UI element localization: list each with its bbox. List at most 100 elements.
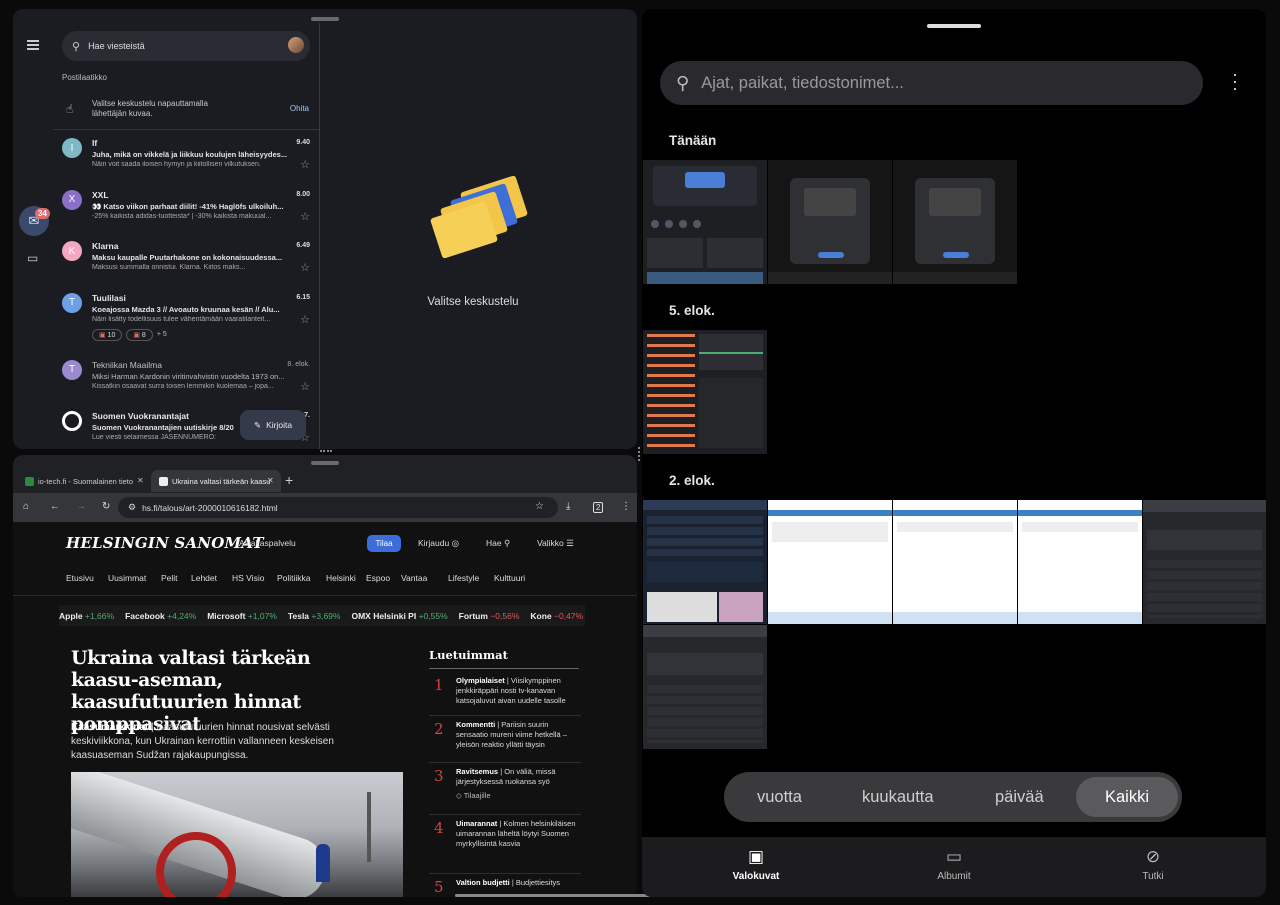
download-icon[interactable]: ⤓ [566,501,570,512]
most-read-item[interactable]: 2 Kommentti | Pariisin suurin sensaatio m… [429,716,581,763]
bookmark-star-icon[interactable]: ☆ [535,501,544,512]
photo-thumbnail[interactable] [643,500,767,624]
split-handle-v[interactable] [638,447,641,461]
compose-button[interactable]: ✎ Kirjoita [240,410,306,440]
photo-thumbnail[interactable] [1143,500,1266,624]
ticker-item[interactable]: Microsoft +1,07% [207,611,277,621]
photo-thumbnail[interactable] [768,500,892,624]
home-icon[interactable]: ⌂ [23,501,29,512]
photos-search-input[interactable]: ⚲ Ajat, paikat, tiedostonimet... [660,61,1203,105]
segment-years[interactable]: vuotta [757,788,802,807]
segment-all[interactable]: Kaikki [1076,777,1178,817]
photo-thumbnail[interactable] [893,500,1017,624]
most-read-item[interactable]: 4 Uimarannat | Kolmen helsinkiläisen uima… [429,815,581,874]
avatar[interactable] [288,37,304,53]
article-photo[interactable] [71,772,403,897]
site-info-icon[interactable]: ⚙ [128,502,136,513]
sender-avatar[interactable] [62,411,82,431]
subscribe-button[interactable]: Tilaa [367,535,401,552]
close-tab-icon[interactable]: ✕ [267,476,274,485]
tab-iotech[interactable]: io-tech.fi - Suomalainen tieto [17,470,149,492]
folder-title: Postilaatikko [62,73,107,82]
star-icon[interactable]: ☆ [300,158,310,171]
attachment-chip[interactable]: ▣ 8 [126,328,153,341]
email-row[interactable]: I If 9.40 Juha, mikä on vikkelä ja liikkuu … [53,131,319,183]
nav-explore[interactable]: ⊘ Tutki [1113,847,1193,882]
new-tab-icon[interactable]: + [285,472,293,488]
section-link-etusivu[interactable]: Etusivu [66,573,94,583]
date-header: 5. elok. [669,303,715,318]
forward-icon[interactable]: → [76,501,86,512]
menu-link[interactable]: Valikko ☰ [537,538,574,549]
close-tab-icon[interactable]: ✕ [137,476,144,485]
video-icon[interactable]: ▭ [27,251,38,265]
ticker-item[interactable]: OMX Helsinki PI +0,55% [351,611,447,621]
hs-logo[interactable]: HELSINGIN SANOMAT [66,534,264,552]
star-icon[interactable]: ☆ [300,261,310,274]
section-link-helsinki[interactable]: Helsinki [326,573,356,583]
sender-avatar[interactable]: T [62,292,82,313]
sender-avatar[interactable]: K [62,241,82,261]
ticker-item[interactable]: Apple +1,66% [59,611,114,621]
article-lead: Kaasumarkkinat | Kaasufutuurien hinnat n… [71,722,334,761]
more-menu-icon[interactable]: ⋮ [621,501,631,512]
subscribers-label: Tilaajille [463,791,491,800]
photo-thumbnail[interactable] [643,330,767,454]
star-icon[interactable]: ☆ [300,380,310,393]
sender-avatar[interactable]: X [62,189,82,210]
window-drag-handle[interactable] [311,17,339,21]
ticker-item[interactable]: Fortum −0,56% [459,611,520,621]
photo-thumbnail[interactable] [643,625,767,749]
ticker-item[interactable]: Kone −0,47% [530,611,583,621]
photo-thumbnail[interactable] [893,160,1017,284]
section-link-kulttuuri[interactable]: Kulttuuri [494,573,525,583]
section-link-hs-visio[interactable]: HS Visio [232,573,264,583]
most-read-item[interactable]: 1 Olympialaiset | Viisikymppinen jenkkirä… [429,672,581,716]
star-icon[interactable]: ☆ [300,313,310,326]
gmail-window: ✉ 34 ▭ ⚲ Hae viesteistä Postilaatikko ☝ … [13,9,637,449]
attachment-chip[interactable]: ▣ 10 [92,328,123,341]
reload-icon[interactable]: ↻ [102,501,110,512]
email-time: 8.00 [296,190,310,198]
nav-albums[interactable]: ▭ Albumit [914,847,994,882]
email-row[interactable]: T Tuulilasi 6.15 Koeajossa Mazda 3 // Avoau… [53,286,319,353]
email-row[interactable]: K Klarna 6.49 Maksu kaupalle Puutarhakone o… [53,234,319,286]
back-icon[interactable]: ← [50,501,60,512]
nav-photos[interactable]: ▣ Valokuvat [716,847,796,882]
tab-hs[interactable]: Ukraina valtasi tärkeän kaasu [151,470,281,492]
section-link-vantaa[interactable]: Vantaa [401,573,427,583]
ticker-change: +1,66% [85,610,115,621]
window-drag-handle[interactable] [311,461,339,465]
email-row[interactable]: T Tekniikan Maailma 8. elok. Miksi Harman K… [53,353,319,405]
section-link-politiikka[interactable]: Politiikka [277,573,311,583]
tab-count-icon[interactable]: 2 [593,502,604,513]
customer-service-link[interactable]: Asiakaspalvelu [239,538,296,548]
ticker-item[interactable]: Facebook +4,24% [125,611,196,621]
section-link-pelit[interactable]: Pelit [161,573,178,583]
email-snippet: Kissatkin osaavat surra toisen lemmikin … [92,382,274,390]
photo-thumbnail[interactable] [643,160,767,284]
address-bar[interactable]: ⚙ hs.fi/talous/art-2000010616182.html ☆ [118,497,558,518]
more-options-icon[interactable]: · · · [1230,65,1240,97]
email-row[interactable]: X XXL 8.00 👀 Katso viikon parhaat diilit! -… [53,183,319,235]
segment-days[interactable]: päivää [995,788,1044,807]
sender-avatar[interactable]: I [62,138,82,158]
most-read-item[interactable]: 3 Ravitsemus | On väliä, missä järjestyks… [429,763,581,815]
star-icon[interactable]: ☆ [300,210,310,223]
photo-thumbnail[interactable] [1018,500,1142,624]
login-link[interactable]: Kirjaudu ◎ [418,538,459,549]
dismiss-button[interactable]: Ohita [290,104,309,113]
section-link-lifestyle[interactable]: Lifestyle [448,573,479,583]
search-input[interactable]: ⚲ Hae viesteistä [62,31,310,61]
section-link-espoo[interactable]: Espoo [366,573,390,583]
segment-months[interactable]: kuukautta [862,788,934,807]
photo-thumbnail[interactable] [768,160,892,284]
section-link-lehdet[interactable]: Lehdet [191,573,217,583]
ticker-item[interactable]: Tesla +3,69% [288,611,341,621]
search-link[interactable]: Hae ⚲ [486,538,510,549]
sender-avatar[interactable]: T [62,359,82,380]
split-handle-h[interactable] [320,450,332,454]
section-link-uusimmat[interactable]: Uusimmat [108,573,146,583]
window-drag-handle[interactable] [927,24,981,28]
menu-icon[interactable] [27,40,39,50]
